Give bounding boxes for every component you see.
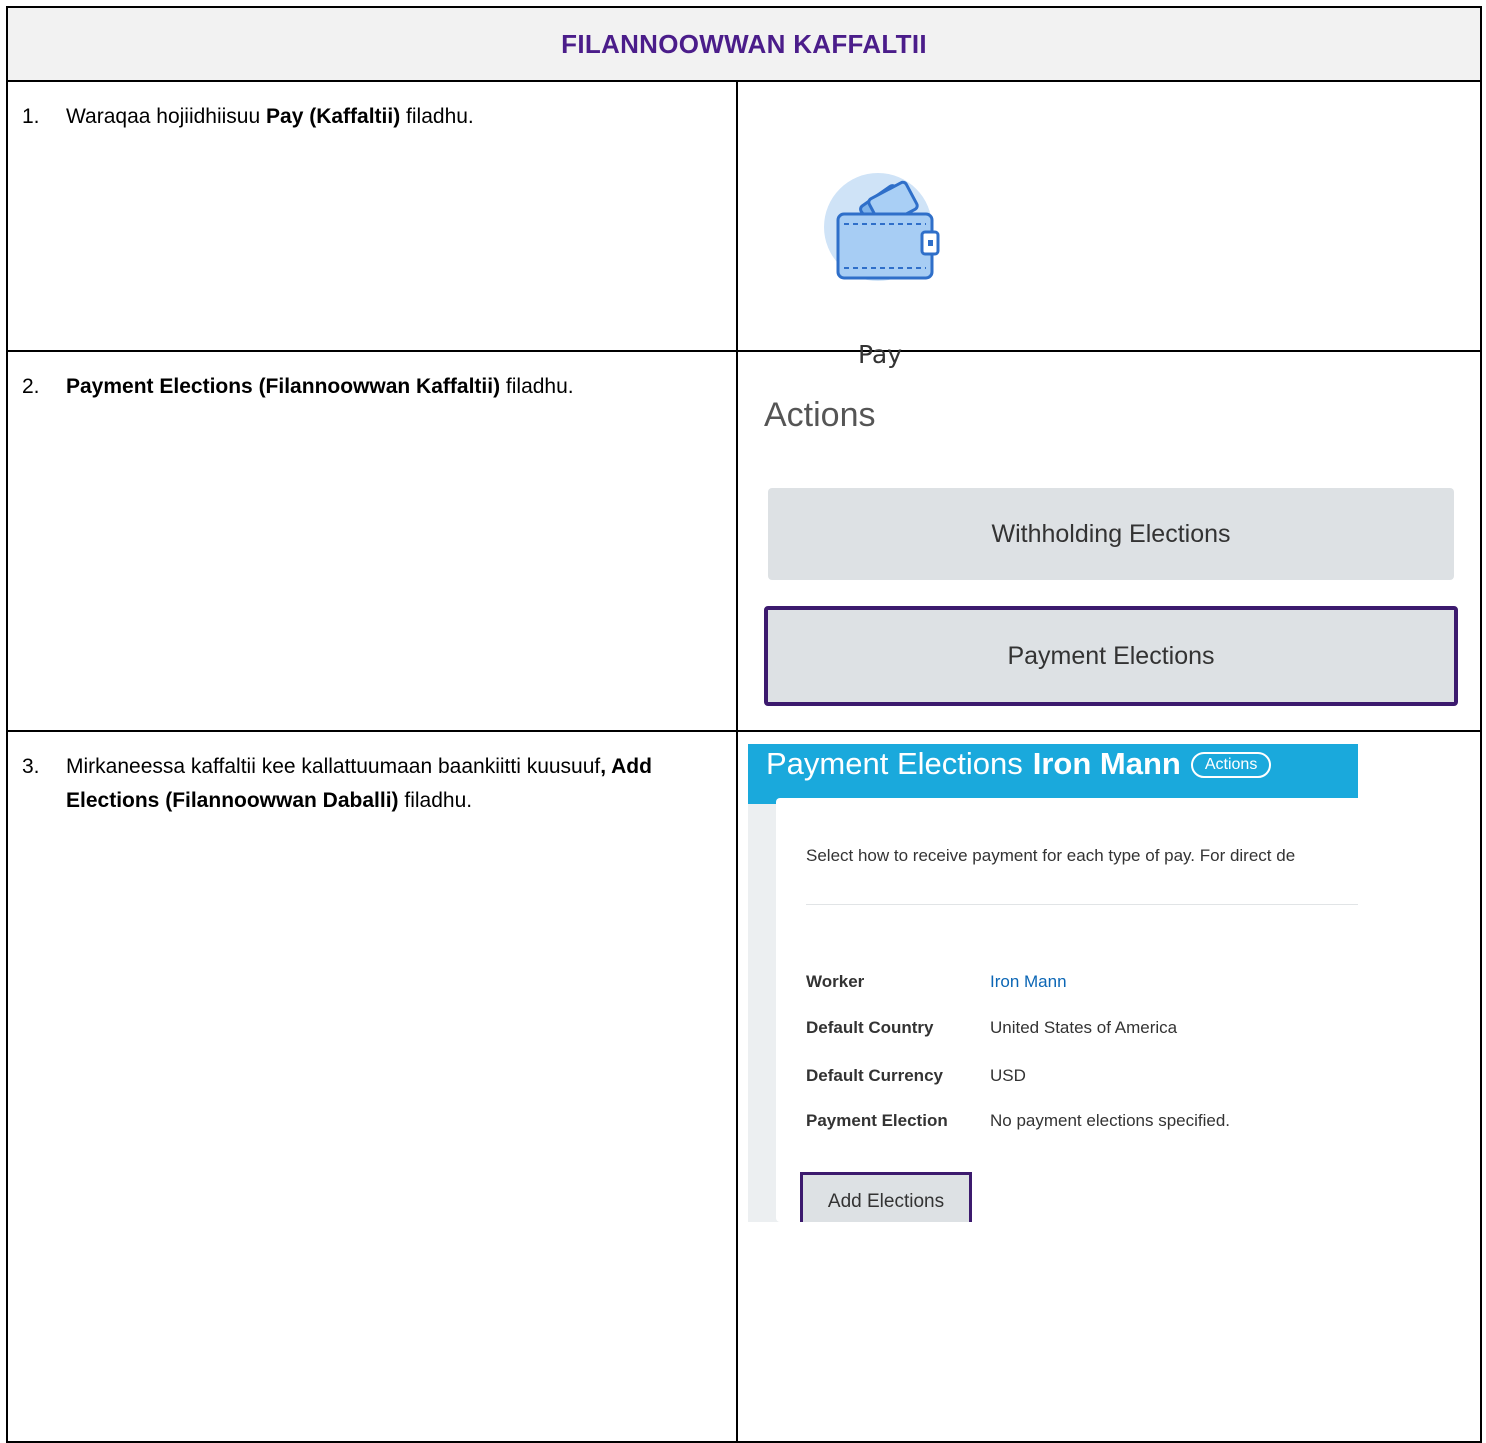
pe-card: Select how to receive payment for each t… bbox=[776, 798, 1358, 1222]
field-value: No payment elections specified. bbox=[990, 1111, 1231, 1130]
related-actions-button[interactable]: Actions bbox=[1190, 752, 1272, 778]
step-2-text: Payment Elections (Filannoowwan Kaffalti… bbox=[66, 375, 574, 398]
step-3-screenshot: Payment Elections Iron Mann Actions Select… bbox=[735, 730, 1483, 1443]
field-label: Default Currency bbox=[806, 1066, 943, 1085]
withholding-elections-button[interactable]: Withholding Elections bbox=[768, 488, 1454, 580]
step-3-cell: 3. Mirkaneessa kaffaltii kee kallattuuma… bbox=[6, 730, 738, 1443]
payment-elections-screen: Payment Elections Iron Mann Actions Select… bbox=[748, 744, 1358, 1222]
field-value: USD bbox=[990, 1066, 1026, 1085]
step-3-screenshot-wrap: Payment Elections Iron Mann Actions Select… bbox=[738, 732, 1480, 1422]
pay-app-tile[interactable]: Pay bbox=[738, 82, 1480, 369]
pe-title-bar: Payment Elections Iron Mann Actions bbox=[766, 746, 1272, 782]
step-1-screenshot: Pay bbox=[735, 80, 1483, 369]
actions-panel: Actions Withholding Elections Payment El… bbox=[738, 352, 1480, 730]
step-number: 1. bbox=[22, 105, 40, 128]
pe-description: Select how to receive payment for each t… bbox=[806, 846, 1296, 865]
field-label: Worker bbox=[806, 972, 865, 991]
field-label: Payment Election bbox=[806, 1111, 948, 1130]
actions-heading: Actions bbox=[764, 396, 876, 434]
worker-link[interactable]: Iron Mann bbox=[990, 972, 1067, 992]
step-1-cell: 1. Waraqaa hojiidhiisuu Pay (Kaffaltii) … bbox=[6, 80, 738, 352]
field-label: Default Country bbox=[806, 1018, 934, 1037]
step-number: 2. bbox=[22, 375, 40, 398]
step-2-screenshot: Actions Withholding Elections Payment El… bbox=[735, 350, 1483, 732]
page-title: FILANNOOWWAN KAFFALTII bbox=[561, 28, 927, 59]
table-header: FILANNOOWWAN KAFFALTII bbox=[5, 6, 1483, 82]
field-value: United States of America bbox=[990, 1018, 1178, 1037]
step-number: 3. bbox=[22, 755, 40, 778]
step-3-text: Mirkaneessa kaffaltii kee kallattuumaan … bbox=[66, 755, 652, 812]
pe-worker-name[interactable]: Iron Mann bbox=[1033, 746, 1181, 781]
payment-elections-button[interactable]: Payment Elections bbox=[764, 606, 1458, 706]
instruction-table: FILANNOOWWAN KAFFALTII 1. Waraqaa hojiid… bbox=[5, 6, 1483, 1443]
divider bbox=[806, 904, 1358, 905]
pe-page-title: Payment Elections bbox=[766, 746, 1023, 781]
step-1-text: Waraqaa hojiidhiisuu Pay (Kaffaltii) fil… bbox=[66, 105, 474, 128]
step-2-cell: 2. Payment Elections (Filannoowwan Kaffa… bbox=[6, 350, 738, 732]
add-elections-button[interactable]: Add Elections bbox=[800, 1172, 972, 1222]
wallet-icon bbox=[836, 180, 940, 280]
